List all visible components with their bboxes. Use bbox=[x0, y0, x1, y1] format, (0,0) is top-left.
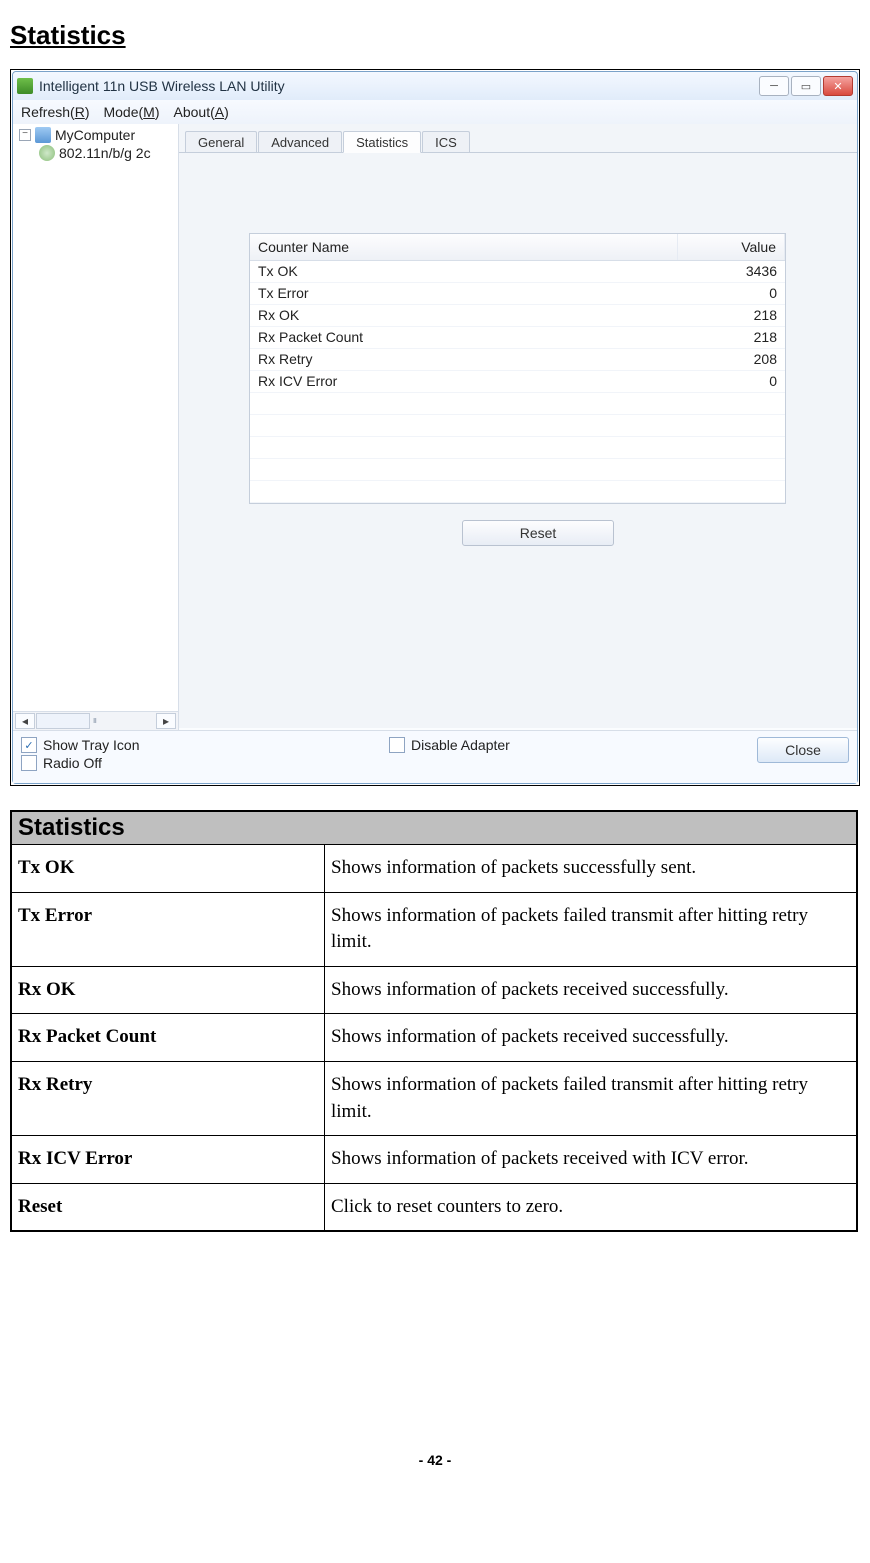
counter-value: 0 bbox=[679, 371, 785, 393]
disable-adapter-label: Disable Adapter bbox=[411, 737, 510, 753]
desc-definition: Shows information of packets failed tran… bbox=[325, 892, 858, 966]
counter-name: Rx Retry bbox=[250, 349, 679, 371]
window-footer: ✓ Show Tray Icon Radio Off Disable Adapt… bbox=[13, 730, 857, 783]
counter-value: 208 bbox=[679, 349, 785, 371]
desc-definition: Shows information of packets successfull… bbox=[325, 845, 858, 893]
page-heading: Statistics bbox=[10, 20, 860, 51]
scroll-left-icon[interactable]: ◂ bbox=[15, 713, 35, 729]
table-row: .. bbox=[250, 481, 785, 503]
tab-advanced[interactable]: Advanced bbox=[258, 131, 342, 152]
menubar: Refresh(R) Mode(M) About(A) bbox=[13, 100, 857, 124]
counter-value: 0 bbox=[679, 283, 785, 305]
counter-name: Tx OK bbox=[250, 261, 679, 283]
table-row: .. bbox=[250, 459, 785, 481]
desc-row: Rx OKShows information of packets receiv… bbox=[11, 966, 857, 1014]
tab-general[interactable]: General bbox=[185, 131, 257, 152]
desc-term: Tx Error bbox=[11, 892, 325, 966]
desc-definition: Shows information of packets received su… bbox=[325, 1014, 858, 1062]
counter-value: 218 bbox=[679, 327, 785, 349]
counter-name: Rx Packet Count bbox=[250, 327, 679, 349]
table-row: .. bbox=[250, 415, 785, 437]
checkbox-icon bbox=[21, 755, 37, 771]
table-row: .. bbox=[250, 393, 785, 415]
menu-about[interactable]: About(A) bbox=[174, 104, 229, 120]
app-icon bbox=[17, 78, 33, 94]
table-row[interactable]: Tx OK3436 bbox=[250, 261, 785, 283]
tab-ics[interactable]: ICS bbox=[422, 131, 470, 152]
tab-statistics[interactable]: Statistics bbox=[343, 131, 421, 153]
scroll-content-hint: III bbox=[93, 718, 96, 725]
app-screenshot: Intelligent 11n USB Wireless LAN Utility… bbox=[10, 69, 860, 786]
radio-off-checkbox[interactable]: Radio Off bbox=[21, 755, 389, 771]
table-header: Counter Name Value bbox=[250, 234, 785, 261]
desc-row: Rx ICV ErrorShows information of packets… bbox=[11, 1136, 857, 1184]
reset-button[interactable]: Reset bbox=[462, 520, 614, 546]
desc-definition: Shows information of packets received su… bbox=[325, 966, 858, 1014]
tree-child-label: 802.11n/b/g 2c bbox=[59, 145, 151, 161]
scroll-thumb[interactable] bbox=[36, 713, 90, 729]
counter-name: Rx OK bbox=[250, 305, 679, 327]
tree-child[interactable]: 802.11n/b/g 2c bbox=[13, 144, 178, 162]
menu-refresh[interactable]: Refresh(R) bbox=[21, 104, 89, 120]
desc-row: Tx OKShows information of packets succes… bbox=[11, 845, 857, 893]
adapter-icon bbox=[39, 145, 55, 161]
disable-adapter-checkbox[interactable]: Disable Adapter bbox=[389, 737, 757, 753]
device-tree: − MyComputer 802.11n/b/g 2c ◂ III ▸ bbox=[13, 124, 179, 730]
desc-term: Rx OK bbox=[11, 966, 325, 1014]
header-counter-name: Counter Name bbox=[250, 234, 678, 260]
app-window: Intelligent 11n USB Wireless LAN Utility… bbox=[12, 71, 858, 784]
tree-expander-icon[interactable]: − bbox=[19, 129, 31, 141]
desc-term: Tx OK bbox=[11, 845, 325, 893]
close-window-button[interactable]: ✕ bbox=[823, 76, 853, 96]
desc-term: Rx ICV Error bbox=[11, 1136, 325, 1184]
counter-name: Rx ICV Error bbox=[250, 371, 679, 393]
radio-off-label: Radio Off bbox=[43, 755, 102, 771]
desc-term: Reset bbox=[11, 1183, 325, 1231]
checkbox-icon bbox=[389, 737, 405, 753]
table-row[interactable]: Rx ICV Error0 bbox=[250, 371, 785, 393]
menu-mode[interactable]: Mode(M) bbox=[103, 104, 159, 120]
statistics-table: Counter Name Value Tx OK3436Tx Error0Rx … bbox=[249, 233, 786, 504]
desc-definition: Shows information of packets received wi… bbox=[325, 1136, 858, 1184]
tree-root[interactable]: − MyComputer bbox=[13, 126, 178, 144]
maximize-button[interactable]: ▭ bbox=[791, 76, 821, 96]
tree-hscrollbar[interactable]: ◂ III ▸ bbox=[13, 711, 178, 730]
window-title: Intelligent 11n USB Wireless LAN Utility bbox=[39, 78, 285, 94]
desc-row: ResetClick to reset counters to zero. bbox=[11, 1183, 857, 1231]
table-row: .. bbox=[250, 437, 785, 459]
scroll-right-icon[interactable]: ▸ bbox=[156, 713, 176, 729]
minimize-button[interactable]: ─ bbox=[759, 76, 789, 96]
desc-row: Rx Packet CountShows information of pack… bbox=[11, 1014, 857, 1062]
close-button[interactable]: Close bbox=[757, 737, 849, 763]
desc-definition: Click to reset counters to zero. bbox=[325, 1183, 858, 1231]
titlebar: Intelligent 11n USB Wireless LAN Utility… bbox=[13, 72, 857, 100]
tree-root-label: MyComputer bbox=[55, 127, 135, 143]
table-row[interactable]: Rx Packet Count218 bbox=[250, 327, 785, 349]
header-value: Value bbox=[678, 234, 785, 260]
desc-row: Tx ErrorShows information of packets fai… bbox=[11, 892, 857, 966]
checkbox-icon: ✓ bbox=[21, 737, 37, 753]
main-pane: General Advanced Statistics ICS Counter … bbox=[179, 124, 857, 728]
counter-value: 218 bbox=[679, 305, 785, 327]
counter-value: 3436 bbox=[679, 261, 785, 283]
desc-term: Rx Packet Count bbox=[11, 1014, 325, 1062]
show-tray-checkbox[interactable]: ✓ Show Tray Icon bbox=[21, 737, 389, 753]
table-row[interactable]: Tx Error0 bbox=[250, 283, 785, 305]
page-number: - 42 - bbox=[10, 1452, 860, 1468]
desc-term: Rx Retry bbox=[11, 1061, 325, 1135]
desc-row: Rx RetryShows information of packets fai… bbox=[11, 1061, 857, 1135]
desc-definition: Shows information of packets failed tran… bbox=[325, 1061, 858, 1135]
description-table: Statistics Tx OKShows information of pac… bbox=[10, 810, 858, 1232]
computer-icon bbox=[35, 127, 51, 143]
table-row[interactable]: Rx Retry208 bbox=[250, 349, 785, 371]
desc-title: Statistics bbox=[11, 811, 857, 845]
show-tray-label: Show Tray Icon bbox=[43, 737, 140, 753]
counter-name: Tx Error bbox=[250, 283, 679, 305]
table-row[interactable]: Rx OK218 bbox=[250, 305, 785, 327]
tabbar: General Advanced Statistics ICS bbox=[179, 124, 857, 153]
